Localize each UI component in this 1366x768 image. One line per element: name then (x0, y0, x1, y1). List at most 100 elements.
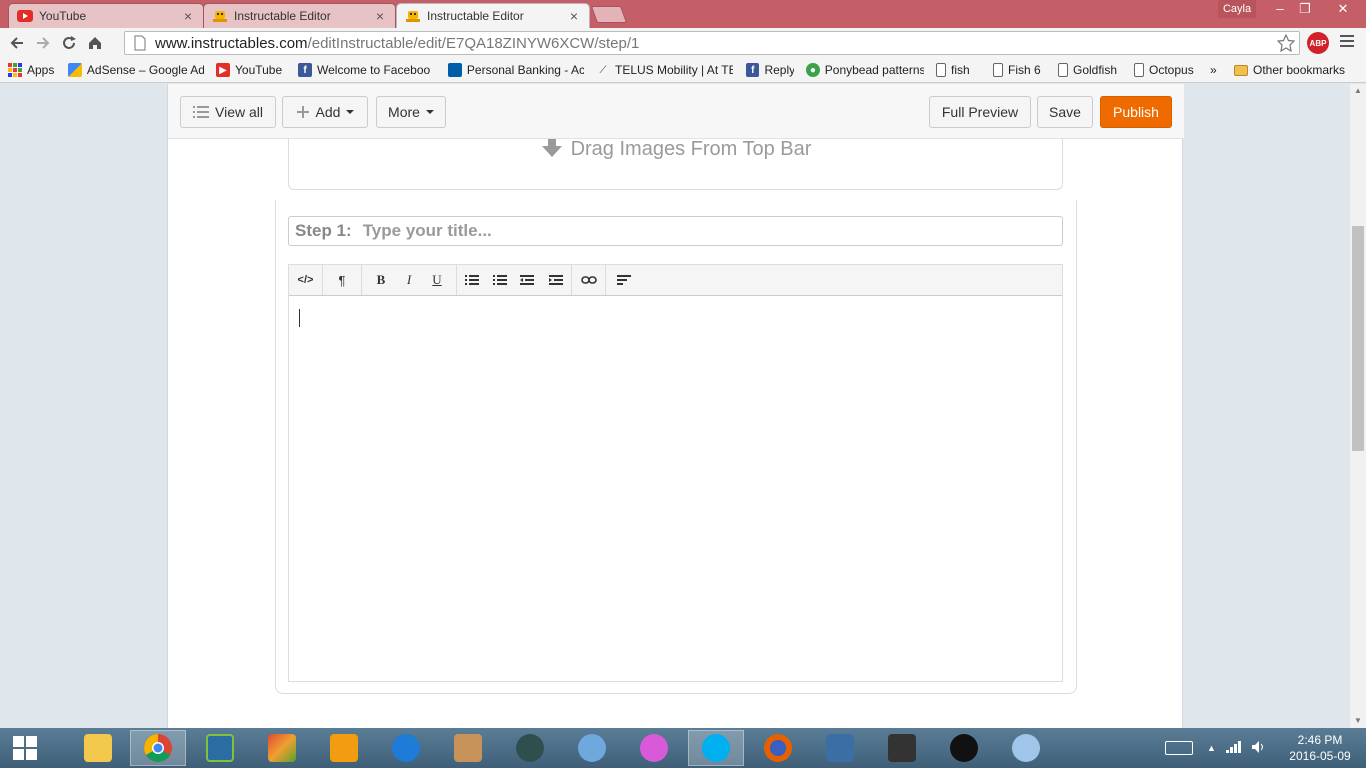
back-button[interactable] (4, 30, 30, 56)
tab-instructable-editor[interactable]: Instructable Editor × (203, 3, 396, 28)
caret-down-icon (346, 110, 355, 114)
tab-title: Instructable Editor (234, 9, 331, 23)
text-cursor (299, 309, 300, 327)
facebook-icon: f (746, 63, 760, 77)
file-explorer-taskbar[interactable] (70, 730, 126, 766)
forward-arrow-icon (37, 37, 50, 49)
rich-text-editor[interactable]: </> ¶ B I U (288, 264, 1063, 682)
malwarebytes-taskbar[interactable] (378, 730, 434, 766)
full-preview-button[interactable]: Full Preview (929, 96, 1031, 128)
editor-panel: Drag Images From Top Bar View all Add Mo… (167, 84, 1184, 728)
new-tab-button[interactable] (590, 6, 628, 23)
office-taskbar[interactable] (254, 730, 310, 766)
bookmark-octopus[interactable]: Octopus (1128, 58, 1204, 83)
tab-instructable-editor-active[interactable]: Instructable Editor × (396, 3, 590, 28)
bookmark-telus[interactable]: ⟋ TELUS Mobility | At TE (590, 58, 740, 83)
bookmark-banking[interactable]: Personal Banking - Ac (442, 58, 590, 83)
bold-button[interactable]: B (362, 265, 400, 295)
bookmark-label: Goldfish (1073, 63, 1118, 77)
scrollbar-thumb[interactable] (1352, 226, 1364, 451)
close-window-button[interactable]: ✕ (1325, 0, 1361, 20)
close-icon[interactable]: × (181, 8, 195, 24)
forward-button[interactable] (30, 30, 56, 56)
volume-icon[interactable] (1251, 740, 1266, 756)
safari-taskbar[interactable] (998, 730, 1054, 766)
adblock-button[interactable]: ABP (1307, 32, 1329, 54)
webcam-taskbar[interactable] (564, 730, 620, 766)
step-title-input[interactable]: Step 1: Type your title... (288, 216, 1063, 246)
temple-icon (454, 734, 482, 762)
tab-title: YouTube (39, 9, 87, 23)
page-scrollbar[interactable]: ▲ ▼ (1350, 84, 1366, 728)
other-bookmarks[interactable]: Other bookmarks (1228, 58, 1352, 83)
html-source-button[interactable]: </> (289, 265, 322, 295)
bookmark-label: Octopus (1149, 63, 1194, 77)
wordperfect-taskbar[interactable] (192, 730, 248, 766)
scroll-up-arrow-icon[interactable]: ▲ (1350, 84, 1366, 98)
save-button[interactable]: Save (1037, 96, 1093, 128)
media-taskbar[interactable] (936, 730, 992, 766)
skype-taskbar[interactable] (688, 730, 744, 766)
youtube-icon (17, 9, 33, 23)
network-icon[interactable] (1225, 740, 1242, 756)
add-button[interactable]: Add (282, 96, 368, 128)
outdent-button[interactable] (513, 265, 541, 295)
bookmark-goldfish[interactable]: Goldfish (1052, 58, 1128, 83)
insert-link-button[interactable] (572, 265, 605, 295)
italic-button[interactable]: I (400, 265, 418, 295)
remote-desktop-taskbar[interactable] (812, 730, 868, 766)
home-button[interactable] (82, 30, 108, 56)
library-taskbar[interactable] (440, 730, 496, 766)
chrome-menu-icon[interactable] (1340, 35, 1354, 49)
bookmark-adsense[interactable]: AdSense – Google Ad (62, 58, 210, 83)
windows-logo-icon (13, 736, 37, 760)
system-tray: ▲ (1165, 728, 1266, 768)
close-icon[interactable]: × (567, 8, 581, 24)
bookmark-fish[interactable]: fish (930, 58, 987, 83)
bookmarks-bar: Apps AdSense – Google Ad ▶ YouTube f Wel… (0, 58, 1366, 83)
bookmark-reply[interactable]: f Reply (740, 58, 800, 83)
taskbar-clock[interactable]: 2:46 PM 2016-05-09 (1280, 732, 1360, 764)
numbered-list-button[interactable] (487, 265, 513, 295)
bullet-list-button[interactable] (457, 265, 487, 295)
bookmark-fish-6[interactable]: Fish 6 (987, 58, 1052, 83)
scroll-down-arrow-icon[interactable]: ▼ (1350, 714, 1366, 728)
view-all-button[interactable]: View all (180, 96, 276, 128)
video-editor-taskbar[interactable] (502, 730, 558, 766)
hypercam-taskbar[interactable] (874, 730, 930, 766)
address-bar[interactable]: www.instructables.com/editInstructable/e… (124, 31, 1300, 55)
browser-toolbar: www.instructables.com/editInstructable/e… (0, 28, 1366, 58)
itunes-taskbar[interactable] (626, 730, 682, 766)
chrome-taskbar[interactable] (130, 730, 186, 766)
bookmark-ponybead[interactable]: ● Ponybead patterns (800, 58, 930, 83)
play-icon (950, 734, 978, 762)
paragraph-format-button[interactable]: ¶ (323, 265, 361, 295)
media-player-taskbar[interactable] (316, 730, 372, 766)
restore-button[interactable]: ❐ (1290, 0, 1320, 20)
tab-youtube[interactable]: YouTube × (8, 3, 204, 28)
bookmark-label: Welcome to Faceboo (317, 63, 431, 77)
bookmark-facebook[interactable]: f Welcome to Faceboo (292, 58, 442, 83)
chevron-up-icon[interactable]: ▲ (1207, 743, 1216, 753)
star-icon[interactable] (1277, 34, 1295, 52)
bookmark-apps[interactable]: Apps (0, 58, 62, 83)
keyboard-icon[interactable] (1165, 741, 1193, 755)
url-path: /editInstructable/edit/E7QA18ZINYW6XCW/s… (307, 34, 640, 52)
indent-button[interactable] (541, 265, 571, 295)
close-icon[interactable]: × (373, 8, 387, 24)
bookmarks-overflow[interactable]: » (1204, 58, 1228, 83)
firefox-taskbar[interactable] (750, 730, 806, 766)
reload-button[interactable] (56, 30, 82, 56)
more-button[interactable]: More (376, 96, 446, 128)
ponybead-icon: ● (806, 63, 820, 77)
publish-button[interactable]: Publish (1100, 96, 1172, 128)
page-icon (936, 63, 946, 77)
office-icon (268, 734, 296, 762)
align-button[interactable] (606, 265, 642, 295)
other-bookmarks-label: Other bookmarks (1253, 63, 1346, 77)
bookmark-youtube[interactable]: ▶ YouTube (210, 58, 292, 83)
start-button[interactable] (0, 730, 50, 766)
underline-button[interactable]: U (418, 265, 456, 295)
browser-titlebar: YouTube × Instructable Editor × Instruct… (0, 0, 1366, 28)
profile-button[interactable]: Cayla (1218, 0, 1256, 18)
